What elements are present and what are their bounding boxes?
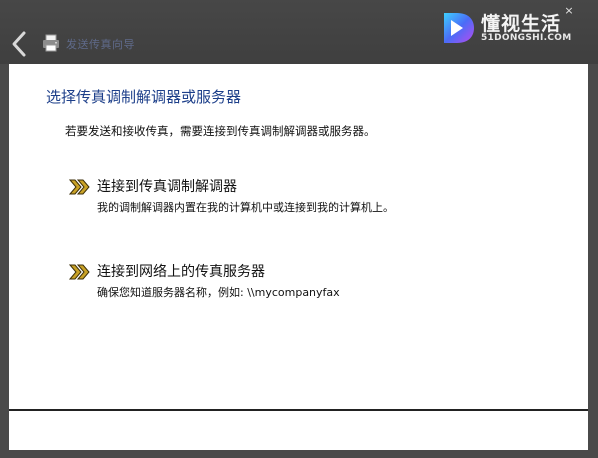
watermark-title: 懂视生活 bbox=[481, 13, 562, 35]
back-button[interactable] bbox=[9, 30, 31, 58]
connect-fax-modem-option[interactable]: 连接到传真调制解调器 我的调制解调器内置在我的计算机中或连接到我的计算机上。 bbox=[69, 176, 489, 216]
page-description: 若要发送和接收传真，需要连接到传真调制解调器或服务器。 bbox=[65, 124, 376, 138]
page-title: 选择传真调制解调器或服务器 bbox=[46, 88, 242, 106]
double-chevron-right-icon bbox=[69, 179, 90, 195]
watermark: 懂视生活 51DONGSHI.COM bbox=[441, 8, 571, 46]
option-description: 确保您知道服务器名称，例如: \\mycompanyfax bbox=[97, 286, 340, 299]
watermark-subtitle: 51DONGSHI.COM bbox=[481, 33, 572, 43]
option-title: 连接到网络上的传真服务器 bbox=[97, 264, 265, 280]
wizard-content: 选择传真调制解调器或服务器 若要发送和接收传真，需要连接到传真调制解调器或服务器… bbox=[9, 64, 588, 410]
option-description: 我的调制解调器内置在我的计算机中或连接到我的计算机上。 bbox=[97, 201, 394, 214]
double-chevron-right-icon bbox=[69, 264, 90, 280]
d-logo-icon bbox=[444, 13, 474, 43]
title-bar: 发送传真向导 懂视生活 51DONGSHI.COM × bbox=[0, 0, 598, 64]
wizard-footer bbox=[9, 411, 588, 450]
close-button[interactable]: × bbox=[563, 5, 575, 17]
back-arrow-icon bbox=[12, 31, 26, 57]
connect-fax-server-option[interactable]: 连接到网络上的传真服务器 确保您知道服务器名称，例如: \\mycompanyf… bbox=[69, 261, 489, 301]
option-title: 连接到传真调制解调器 bbox=[97, 179, 237, 195]
window-title: 发送传真向导 bbox=[66, 38, 135, 51]
fax-printer-icon bbox=[42, 34, 60, 52]
